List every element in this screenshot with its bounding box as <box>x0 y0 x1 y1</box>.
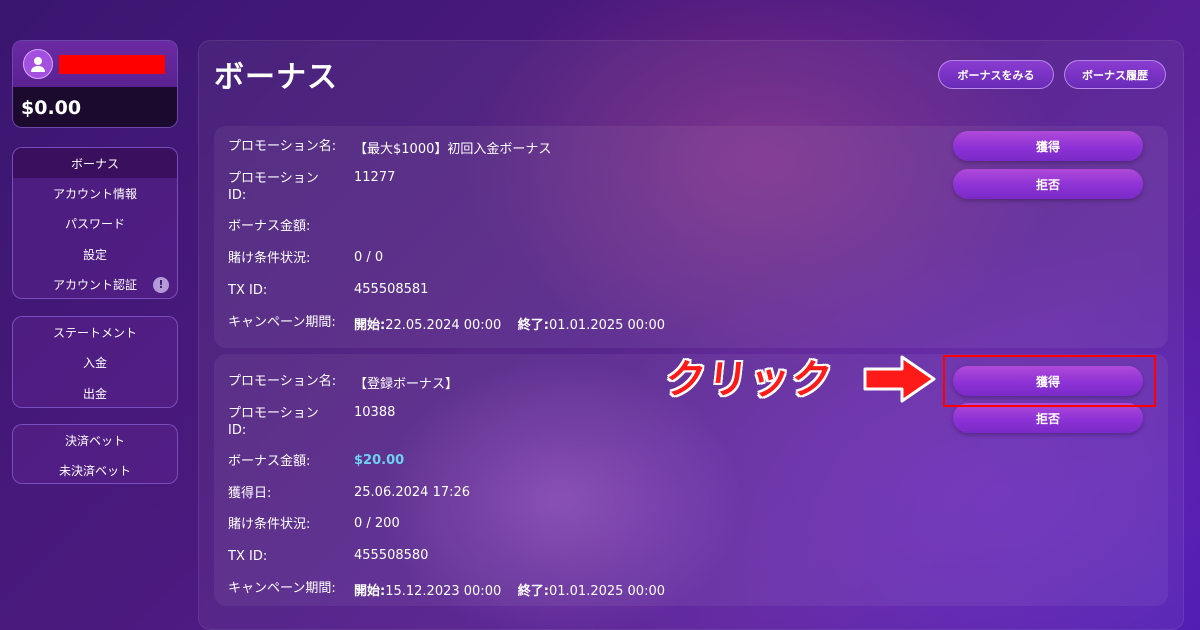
promo-name-label: プロモーション名: <box>228 139 337 154</box>
acquired-date-label: 獲得日: <box>228 486 272 501</box>
menu-item-account-info[interactable]: アカウント情報 <box>13 178 177 209</box>
bonus-amount-label: ボーナス金額: <box>228 454 311 469</box>
promo-id-label: プロモーション ID: <box>228 171 319 203</box>
menu-item-bonus[interactable]: ボーナス <box>13 148 177 178</box>
start-label: 開始: <box>354 318 386 333</box>
start-date: 22.05.2024 00:00 <box>385 318 502 333</box>
bonus-amount-label: ボーナス金額: <box>228 219 311 234</box>
wager-status-label: 賭け条件状況: <box>228 517 311 532</box>
promo-id: 10388 <box>354 405 396 420</box>
end-date: 01.01.2025 00:00 <box>548 584 665 599</box>
profile-card: $0.00 <box>12 40 178 128</box>
wager-status: 0 / 200 <box>354 516 400 531</box>
tx-id-label: TX ID: <box>228 283 268 298</box>
menu-item-settled-bets[interactable]: 決済ベット <box>13 425 177 456</box>
decline-button[interactable]: 拒否 <box>953 169 1143 199</box>
menu-item-unsettled-bets[interactable]: 未決済ベット <box>13 456 177 484</box>
tx-id: 455508581 <box>354 282 429 297</box>
account-menu: ボーナス アカウント情報 パスワード 設定 アカウント認証 ! <box>12 147 178 299</box>
end-label: 終了: <box>517 584 549 599</box>
campaign-period-label: キャンペーン期間: <box>228 581 336 596</box>
claim-button[interactable]: 獲得 <box>953 131 1143 161</box>
view-bonus-button[interactable]: ボーナスをみる <box>938 60 1054 89</box>
start-date: 15.12.2023 00:00 <box>385 584 502 599</box>
promo-id-label: プロモーション ID: <box>228 406 319 438</box>
highlight-box <box>943 355 1156 407</box>
campaign-period: 開始:22.05.2024 00:00 終了:01.01.2025 00:00 <box>354 314 665 333</box>
menu-item-verification-label: アカウント認証 <box>52 278 137 293</box>
menu-item-deposit[interactable]: 入金 <box>13 348 177 379</box>
menu-item-password[interactable]: パスワード <box>13 209 177 240</box>
campaign-period: 開始:15.12.2023 00:00 終了:01.01.2025 00:00 <box>354 580 665 599</box>
menu-item-statement[interactable]: ステートメント <box>13 317 177 348</box>
end-label: 終了: <box>517 318 549 333</box>
promo-name: 【登録ボーナス】 <box>354 377 459 392</box>
start-label: 開始: <box>354 584 386 599</box>
warning-badge-icon: ! <box>153 276 169 293</box>
balance: $0.00 <box>13 87 177 127</box>
redacted-username <box>59 54 165 74</box>
tx-id-label: TX ID: <box>228 549 268 564</box>
profile-header <box>13 41 177 87</box>
campaign-period-label: キャンペーン期間: <box>228 315 336 330</box>
menu-item-settings[interactable]: 設定 <box>13 239 177 270</box>
end-date: 01.01.2025 00:00 <box>548 318 665 333</box>
bets-menu: 決済ベット 未決済ベット <box>12 424 178 484</box>
decline-button[interactable]: 拒否 <box>953 403 1143 433</box>
wager-status-label: 賭け条件状況: <box>228 251 311 266</box>
red-arrow-icon <box>863 355 936 403</box>
menu-item-withdraw[interactable]: 出金 <box>13 378 177 407</box>
bonus-amount: $20.00 <box>354 453 405 468</box>
bonus-history-button[interactable]: ボーナス履歴 <box>1064 60 1166 89</box>
promo-id: 11277 <box>354 170 396 185</box>
menu-item-verification[interactable]: アカウント認証 ! <box>13 270 177 299</box>
promo-name: 【最大$1000】初回入金ボーナス <box>354 142 552 157</box>
tx-id: 455508580 <box>354 548 429 563</box>
statement-menu: ステートメント 入金 出金 <box>12 316 178 408</box>
user-avatar-icon[interactable] <box>23 49 53 79</box>
promo-name-label: プロモーション名: <box>228 374 337 389</box>
acquired-date: 25.06.2024 17:26 <box>354 485 471 500</box>
page-title: ボーナス <box>214 60 338 95</box>
wager-status: 0 / 0 <box>354 250 384 265</box>
click-annotation-text: クリック <box>663 357 836 403</box>
